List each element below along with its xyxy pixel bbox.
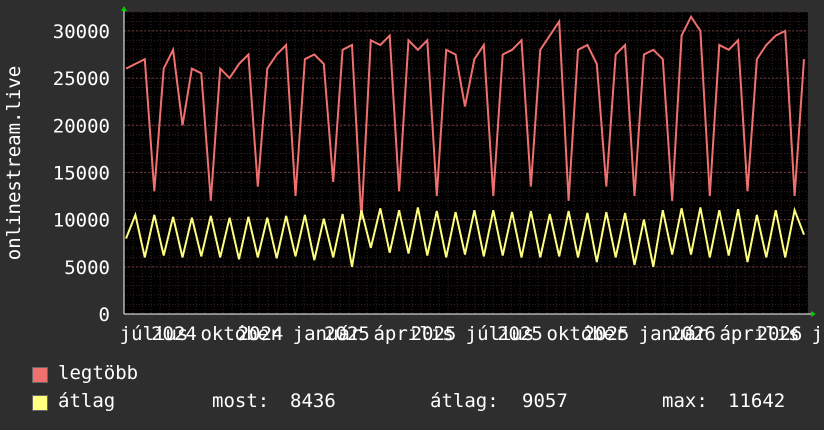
x-tick-label: 2025 [584, 323, 630, 345]
x-tick-label: 2024 [238, 323, 284, 345]
y-tick-label: 5000 [64, 257, 110, 279]
legend-swatch-atlag [32, 395, 48, 411]
y-tick-label: 0 [99, 304, 110, 326]
y-tick-label: 10000 [53, 210, 110, 232]
x-axis-arrow [811, 311, 816, 317]
y-tick-label: 20000 [53, 115, 110, 137]
stat-most-label: most: [212, 390, 270, 412]
y-axis-arrow [121, 6, 127, 11]
x-tick-label: 2026 [670, 323, 716, 345]
stat-max-label: max: [662, 390, 708, 412]
y-axis-label: onlinestream.live [3, 66, 25, 260]
legend-label-legtobb: legtöbb [58, 362, 139, 384]
legend-swatch-legtobb [32, 367, 48, 383]
stat-most-value: 8436 [290, 390, 336, 412]
legend-label-atlag: átlag [58, 390, 116, 412]
stat-max-value: 11642 [728, 390, 786, 412]
y-tick-label: 15000 [53, 162, 110, 184]
x-tick-label: július [812, 323, 824, 345]
stat-atlag-value: 9057 [522, 390, 568, 412]
y-tick-label: 30000 [53, 21, 110, 43]
x-tick-label: 2026 [757, 323, 803, 345]
x-tick-label: 2025 [411, 323, 457, 345]
x-tick-label: 2025 [324, 323, 370, 345]
x-tick-label: 2024 [151, 323, 197, 345]
x-tick-label: 2025 [497, 323, 543, 345]
y-tick-label: 25000 [53, 68, 110, 90]
stat-atlag-label: átlag: [430, 390, 499, 412]
